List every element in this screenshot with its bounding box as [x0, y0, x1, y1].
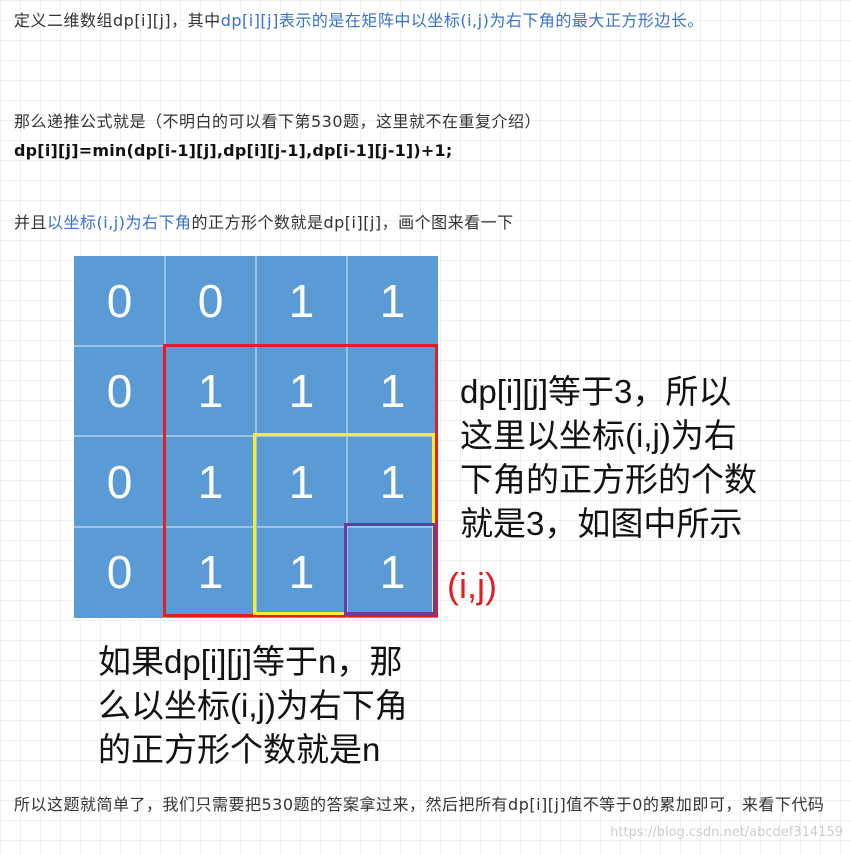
conclusion-paragraph: 所以这题就简单了，我们只需要把530题的答案拿过来，然后把所有dp[i][j]值…: [14, 795, 825, 814]
right-annotation-line: 这里以坐标(i,j)为右: [460, 417, 737, 454]
definition-highlight: dp[i][j]表示的是在矩阵中以坐标(i,j)为右下角的最大正方形边长。: [220, 11, 704, 30]
matrix-cell: 0: [106, 275, 133, 327]
purple-square-outline: [344, 523, 436, 615]
recurrence-formula: dp[i][j]=min(dp[i-1][j],dp[i][j-1],dp[i-…: [14, 141, 453, 160]
square-count-suffix: 的正方形个数就是dp[i][j]，画个图来看一下: [191, 213, 514, 232]
recurrence-intro: 那么递推公式就是（不明白的可以看下第530题，这里就不在重复介绍）: [14, 112, 542, 131]
right-annotation-line: 就是3，如图中所示: [460, 505, 743, 542]
bottom-annotation: 如果dp[i][j]等于n，那 么以坐标(i,j)为右下角 的正方形个数就是n: [98, 640, 458, 772]
definition-paragraph: 定义二维数组dp[i][j]，其中dp[i][j]表示的是在矩阵中以坐标(i,j…: [14, 4, 841, 37]
right-annotation: dp[i][j]等于3，所以 这里以坐标(i,j)为右 下角的正方形的个数 就是…: [460, 370, 800, 546]
watermark: https://blog.csdn.net/abcdef314159: [610, 825, 843, 840]
square-count-highlight: 以坐标(i,j)为右下角: [47, 213, 192, 232]
square-count-prefix: 并且: [14, 213, 48, 232]
matrix-cell: 0: [106, 456, 133, 508]
right-annotation-line: dp[i][j]等于3，所以: [460, 373, 732, 410]
matrix-cell: 0: [197, 275, 224, 327]
matrix-cell: 0: [106, 546, 133, 598]
square-count-paragraph: 并且以坐标(i,j)为右下角的正方形个数就是dp[i][j]，画个图来看一下: [14, 206, 841, 239]
bottom-annotation-line: 么以坐标(i,j)为右下角: [98, 687, 408, 724]
right-annotation-line: 下角的正方形的个数: [460, 461, 757, 498]
matrix-cell: 0: [106, 365, 133, 417]
bottom-annotation-line: 的正方形个数就是n: [98, 731, 381, 768]
bottom-annotation-line: 如果dp[i][j]等于n，那: [98, 643, 403, 680]
definition-text: 定义二维数组dp[i][j]，其中: [14, 11, 221, 30]
matrix-cell: 1: [379, 275, 406, 327]
matrix-cell: 1: [288, 275, 315, 327]
ij-label: (i,j): [447, 565, 497, 606]
